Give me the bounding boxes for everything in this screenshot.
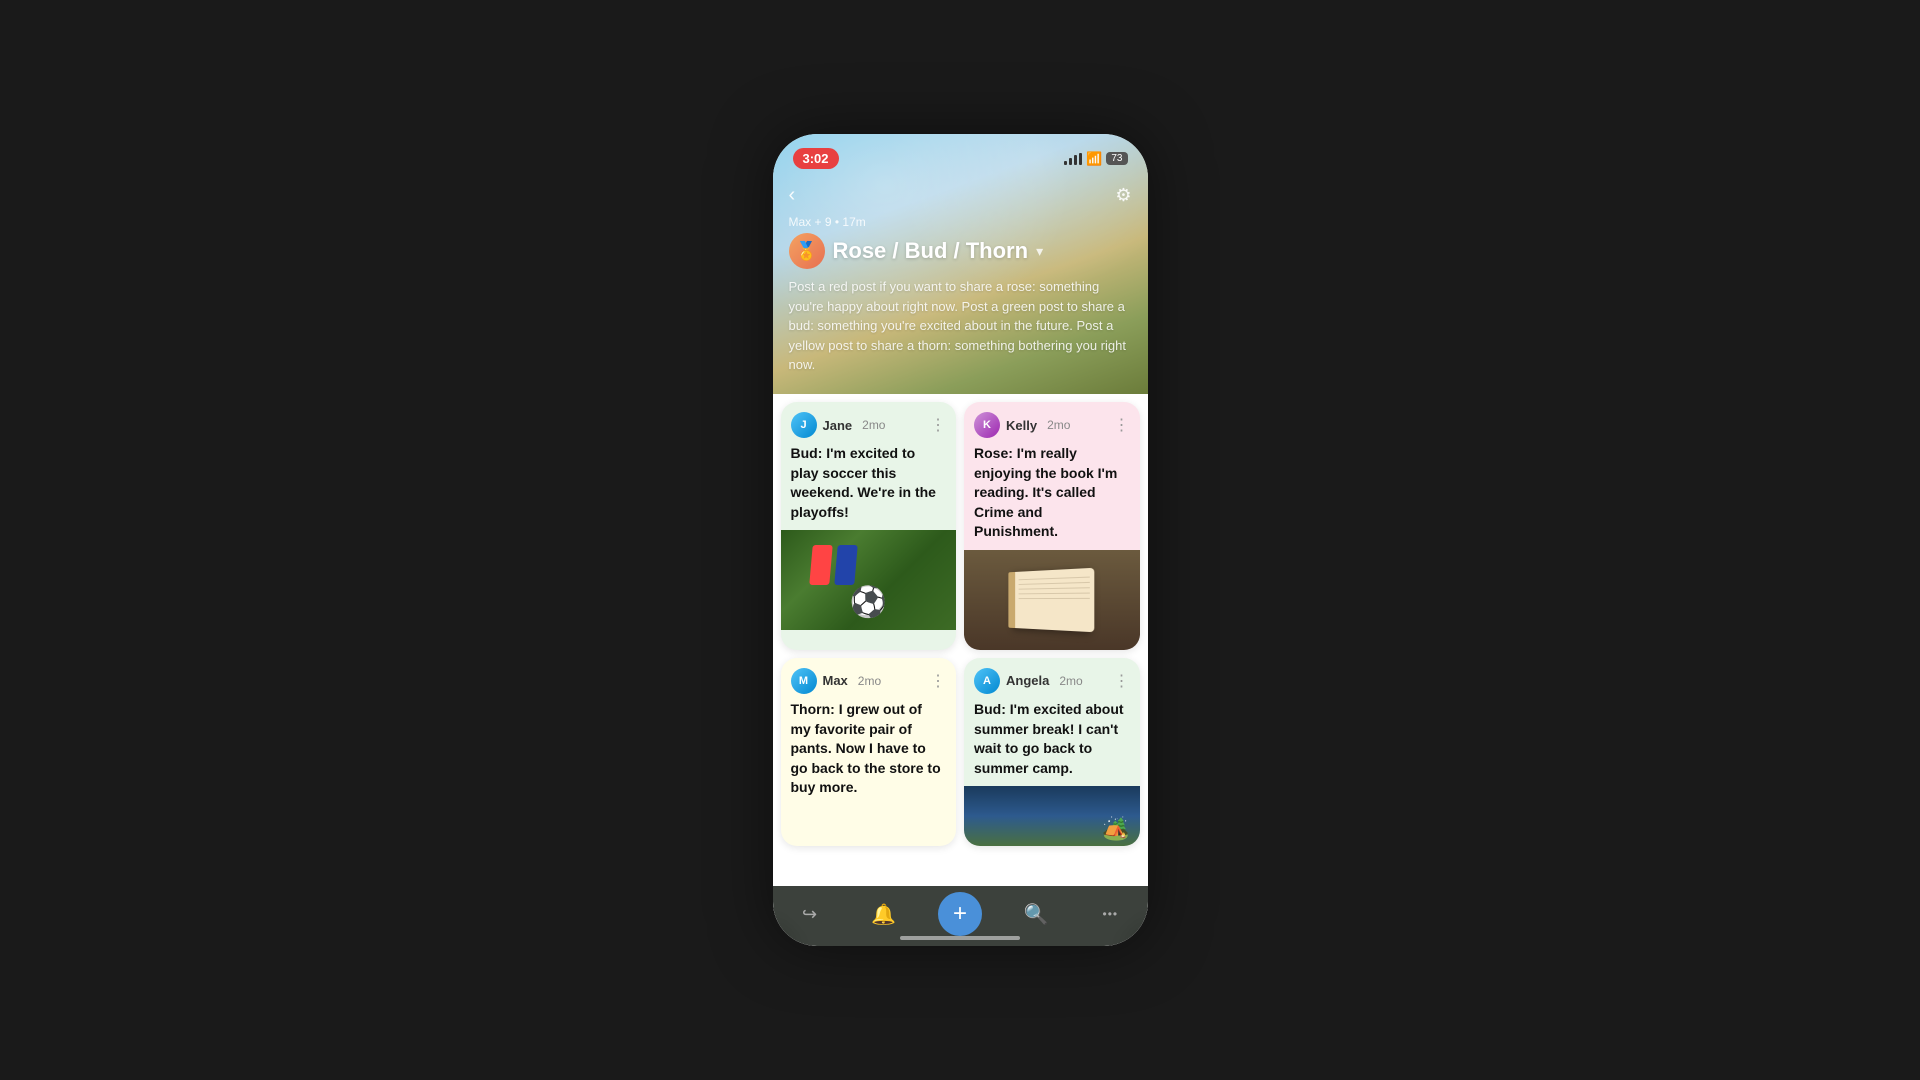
page-title: Rose / Bud / Thorn <box>833 238 1029 264</box>
header-description: Post a red post if you want to share a r… <box>789 277 1132 375</box>
chevron-down-icon[interactable]: ▾ <box>1036 243 1043 260</box>
status-bar: 3:02 📶 73 <box>773 134 1148 169</box>
post-user-kelly: K Kelly 2mo <box>974 412 1070 438</box>
menu-angela[interactable]: ⋮ <box>1114 671 1130 691</box>
username-jane: Jane <box>823 418 853 433</box>
username-max: Max <box>823 673 848 688</box>
avatar-kelly: K <box>974 412 1000 438</box>
username-angela: Angela <box>1006 673 1049 688</box>
time-kelly: 2mo <box>1047 418 1070 432</box>
post-header-kelly: K Kelly 2mo ⋮ <box>964 402 1140 444</box>
search-icon: 🔍 <box>1024 902 1049 927</box>
post-user-max: M Max 2mo <box>791 668 882 694</box>
status-icons: 📶 73 <box>1064 151 1127 167</box>
post-card-max: M Max 2mo ⋮ Thorn: I grew out of my favo… <box>781 658 957 846</box>
nav-plus[interactable]: + <box>938 892 982 936</box>
post-image-kelly <box>964 550 1140 650</box>
signal-icon <box>1064 153 1082 165</box>
time-jane: 2mo <box>862 418 885 432</box>
post-header-max: M Max 2mo ⋮ <box>781 658 957 700</box>
nav-more[interactable]: ••• <box>1090 894 1130 934</box>
group-avatar: 🏅 <box>789 233 825 269</box>
header-meta: Max + 9 • 17m <box>789 215 1132 229</box>
home-indicator <box>900 936 1020 940</box>
avatar-jane: J <box>791 412 817 438</box>
share-icon: ↪ <box>802 904 817 925</box>
settings-button[interactable]: ⚙ <box>1115 185 1131 206</box>
more-icon: ••• <box>1103 907 1119 921</box>
posts-grid: J Jane 2mo ⋮ Bud: I'm excited to play so… <box>773 394 1148 854</box>
group-avatar-emoji: 🏅 <box>795 241 817 262</box>
username-kelly: Kelly <box>1006 418 1037 433</box>
menu-kelly[interactable]: ⋮ <box>1114 415 1130 435</box>
time-angela: 2mo <box>1059 674 1082 688</box>
post-text-max: Thorn: I grew out of my favorite pair of… <box>781 700 957 806</box>
menu-jane[interactable]: ⋮ <box>930 415 946 435</box>
post-card-kelly: K Kelly 2mo ⋮ Rose: I'm really enjoying … <box>964 402 1140 650</box>
avatar-angela: A <box>974 668 1000 694</box>
header-bg: ‹ ⚙ Max + 9 • 17m 🏅 Rose / Bud / Thorn ▾… <box>773 134 1148 394</box>
post-card-jane: J Jane 2mo ⋮ Bud: I'm excited to play so… <box>781 402 957 650</box>
plus-icon: + <box>953 900 967 928</box>
menu-max[interactable]: ⋮ <box>930 671 946 691</box>
post-image-jane <box>781 530 957 630</box>
wifi-icon: 📶 <box>1086 151 1102 167</box>
time-max: 2mo <box>858 674 881 688</box>
post-user-angela: A Angela 2mo <box>974 668 1083 694</box>
nav-notifications[interactable]: 🔔 <box>864 894 904 934</box>
header-title-row: 🏅 Rose / Bud / Thorn ▾ <box>789 233 1132 269</box>
header-content: Max + 9 • 17m 🏅 Rose / Bud / Thorn ▾ Pos… <box>773 207 1148 391</box>
nav-search[interactable]: 🔍 <box>1016 894 1056 934</box>
post-header-angela: A Angela 2mo ⋮ <box>964 658 1140 700</box>
post-text-angela: Bud: I'm excited about summer break! I c… <box>964 700 1140 786</box>
post-header: J Jane 2mo ⋮ <box>781 402 957 444</box>
bell-icon: 🔔 <box>871 902 896 927</box>
nav-share[interactable]: ↪ <box>790 894 830 934</box>
phone-frame: 3:02 📶 73 ‹ ⚙ Max + 9 • 17m 🏅 Rose / Bud <box>773 134 1148 946</box>
back-button[interactable]: ‹ <box>789 184 796 207</box>
post-user-jane: J Jane 2mo <box>791 412 886 438</box>
post-card-angela: A Angela 2mo ⋮ Bud: I'm excited about su… <box>964 658 1140 846</box>
avatar-max: M <box>791 668 817 694</box>
post-text-kelly: Rose: I'm really enjoying the book I'm r… <box>964 444 1140 550</box>
time-display: 3:02 <box>793 148 839 169</box>
posts-container: J Jane 2mo ⋮ Bud: I'm excited to play so… <box>773 394 1148 886</box>
battery-display: 73 <box>1106 152 1127 165</box>
post-text-jane: Bud: I'm excited to play soccer this wee… <box>781 444 957 530</box>
post-image-angela <box>964 786 1140 846</box>
